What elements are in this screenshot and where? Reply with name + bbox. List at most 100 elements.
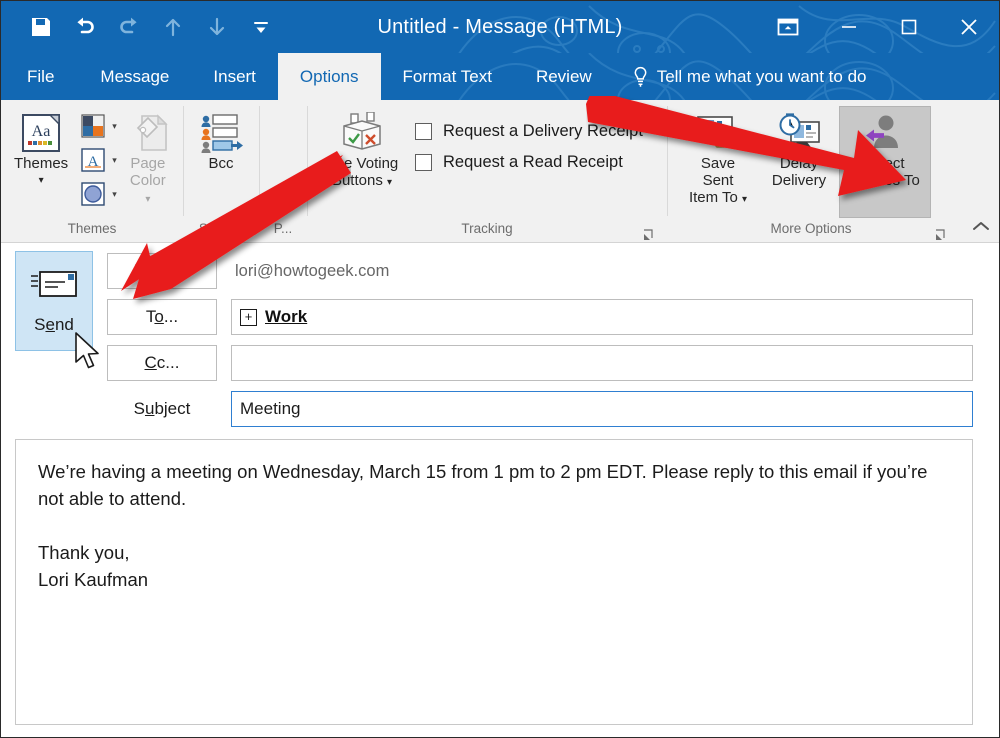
- direct-replies-to-label-line2: Replies To: [850, 172, 920, 189]
- ribbon-group-themes: Aa Themes ▾: [1, 100, 183, 242]
- tab-message[interactable]: Message: [78, 53, 191, 100]
- ribbon-group-label-permission: P...: [259, 218, 307, 242]
- customize-qat-icon[interactable]: [239, 7, 283, 47]
- message-body-editor[interactable]: We’re having a meeting on Wednesday, Mar…: [15, 439, 973, 725]
- page-color-label-line1: Page: [130, 155, 165, 172]
- tab-options[interactable]: Options: [278, 53, 381, 100]
- theme-fonts-icon: A: [77, 145, 109, 175]
- subject-row: Subject Meeting: [107, 389, 973, 429]
- direct-replies-to-icon: [861, 111, 909, 155]
- maximize-icon[interactable]: [879, 1, 939, 53]
- bcc-icon: [198, 111, 244, 155]
- send-envelope-icon: [30, 268, 78, 305]
- cc-button[interactable]: Cc...: [107, 345, 217, 381]
- recipient-name[interactable]: Work: [265, 307, 307, 327]
- lightbulb-icon: [632, 66, 649, 88]
- undo-icon[interactable]: [63, 7, 107, 47]
- from-value[interactable]: lori@howtogeek.com: [231, 253, 973, 289]
- from-button[interactable]: From ▼: [107, 253, 217, 289]
- direct-replies-to-button[interactable]: Direct Replies To: [839, 106, 931, 218]
- save-sent-item-label-line1: Save Sent: [684, 155, 752, 189]
- ribbon-group-more-options: Save Sent Item To ▾: [667, 100, 999, 242]
- cc-row: Cc...: [107, 343, 973, 383]
- chevron-down-icon[interactable]: ▾: [742, 194, 747, 205]
- tab-file[interactable]: File: [1, 53, 78, 100]
- chevron-down-icon[interactable]: ▾: [387, 177, 392, 188]
- ribbon: Aa Themes ▾: [1, 100, 999, 243]
- body-paragraph-2: Thank you,: [38, 539, 950, 566]
- ribbon-group-label-more-options: More Options: [667, 218, 999, 242]
- use-voting-buttons-button[interactable]: Use Voting Buttons ▾: [313, 106, 411, 192]
- delay-delivery-button[interactable]: Delay Delivery: [759, 106, 839, 190]
- body-paragraph-1: We’re having a meeting on Wednesday, Mar…: [38, 458, 950, 512]
- send-button-label: Send: [34, 315, 74, 335]
- message-body-area: We’re having a meeting on Wednesday, Mar…: [1, 433, 999, 737]
- more-options-label-text: More Options: [770, 221, 851, 236]
- tracking-label-text: Tracking: [461, 221, 512, 236]
- expand-group-icon[interactable]: +: [240, 309, 257, 326]
- move-up-icon: [151, 7, 195, 47]
- to-value[interactable]: + Work: [231, 299, 973, 335]
- theme-colors-button[interactable]: ▾: [75, 110, 119, 142]
- theme-effects-button[interactable]: ▾: [75, 178, 119, 210]
- tab-review[interactable]: Review: [514, 53, 614, 100]
- use-voting-buttons-label-line1: Use Voting: [326, 155, 399, 172]
- save-sent-item-icon: [694, 111, 742, 155]
- checkbox-box[interactable]: [415, 154, 432, 171]
- collapse-ribbon-icon[interactable]: [971, 219, 991, 238]
- checkbox-box[interactable]: [415, 123, 432, 140]
- theme-effects-icon: [77, 179, 109, 209]
- svg-text:A: A: [88, 154, 99, 170]
- tell-me-label: Tell me what you want to do: [657, 67, 867, 87]
- to-button-label: To...: [146, 307, 178, 327]
- theme-mini-buttons: ▾ A ▾ ▾: [75, 106, 119, 210]
- chevron-down-icon[interactable]: ▾: [39, 172, 44, 189]
- subject-input[interactable]: Meeting: [231, 391, 973, 427]
- theme-fonts-button[interactable]: A ▾: [75, 144, 119, 176]
- ribbon-group-show-fields: Bcc Show...: [183, 100, 259, 242]
- send-column: Send: [1, 251, 107, 429]
- themes-button[interactable]: Aa Themes ▾: [7, 106, 75, 190]
- subject-value: Meeting: [240, 399, 300, 419]
- tracking-dialog-launcher-icon[interactable]: [643, 226, 655, 238]
- ribbon-group-permission: P...: [259, 100, 307, 242]
- header-fields: From ▼ lori@howtogeek.com To... + Work: [107, 251, 999, 429]
- save-sent-item-label-line2: Item To: [689, 189, 738, 206]
- cc-value[interactable]: [231, 345, 973, 381]
- send-button[interactable]: Send: [15, 251, 93, 351]
- chevron-down-icon[interactable]: ▼: [179, 265, 190, 277]
- move-down-icon: [195, 7, 239, 47]
- window-controls: [757, 1, 999, 53]
- use-voting-buttons-label-line2: Buttons: [332, 172, 383, 189]
- save-icon[interactable]: [19, 7, 63, 47]
- ribbon-display-options-icon[interactable]: [757, 1, 819, 53]
- tell-me-search[interactable]: Tell me what you want to do: [614, 53, 877, 100]
- quick-access-toolbar: [19, 1, 283, 53]
- minimize-icon[interactable]: [819, 1, 879, 53]
- chevron-down-icon[interactable]: ▾: [112, 121, 117, 132]
- ribbon-group-label-show-fields: Show...: [183, 218, 259, 242]
- page-color-label-line2: Color: [130, 172, 166, 189]
- themes-icon: Aa: [20, 111, 62, 155]
- tab-insert[interactable]: Insert: [191, 53, 278, 100]
- tab-format-text[interactable]: Format Text: [381, 53, 514, 100]
- bcc-button[interactable]: Bcc: [189, 106, 253, 173]
- close-icon[interactable]: [939, 1, 999, 53]
- ribbon-tab-strip: File Message Insert Options Format Text …: [1, 53, 999, 100]
- request-delivery-receipt-checkbox[interactable]: Request a Delivery Receipt: [411, 116, 647, 147]
- subject-label: Subject: [107, 391, 217, 427]
- to-button[interactable]: To...: [107, 299, 217, 335]
- save-sent-item-to-button[interactable]: Save Sent Item To ▾: [677, 106, 759, 209]
- page-color-icon: [126, 111, 170, 155]
- chevron-down-icon: ▾: [145, 194, 150, 205]
- chevron-down-icon[interactable]: ▾: [112, 155, 117, 166]
- redo-icon: [107, 7, 151, 47]
- chevron-down-icon[interactable]: ▾: [112, 189, 117, 200]
- direct-replies-to-label-line1: Direct: [865, 155, 904, 172]
- request-read-receipt-checkbox[interactable]: Request a Read Receipt: [411, 147, 647, 178]
- body-paragraph-3: Lori Kaufman: [38, 566, 950, 593]
- themes-button-label: Themes: [14, 155, 68, 172]
- ribbon-group-label-themes: Themes: [1, 218, 183, 242]
- more-options-dialog-launcher-icon[interactable]: [935, 226, 947, 238]
- recipient-chip[interactable]: + Work: [240, 307, 307, 327]
